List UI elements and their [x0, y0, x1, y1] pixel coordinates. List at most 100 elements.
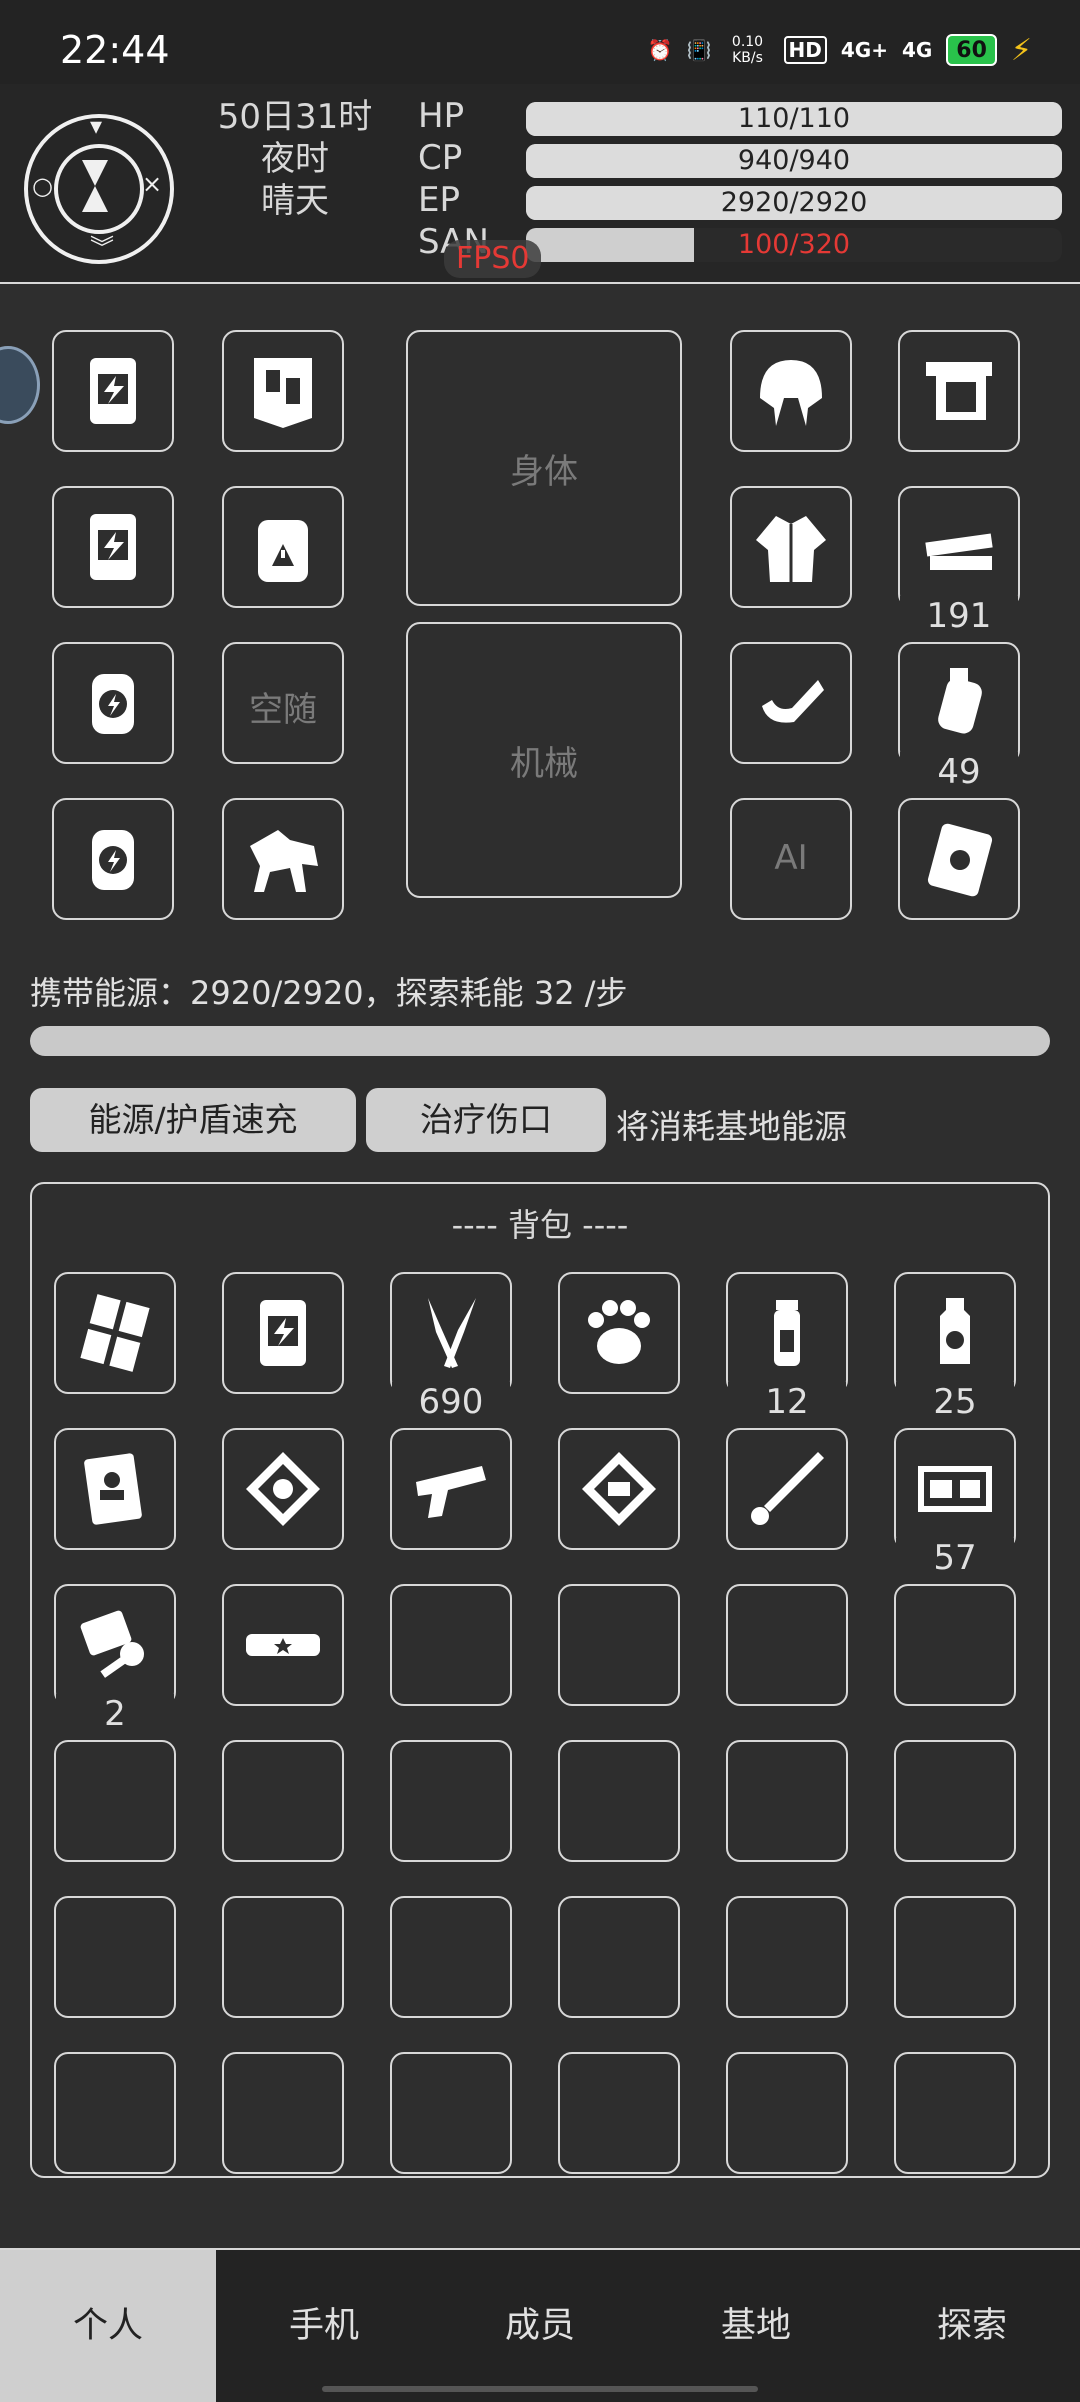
energy-info: 携带能源：2920/2920，探索耗能 32 /步 [30, 974, 628, 1012]
chip-badge-icon [582, 1452, 656, 1526]
bag-slot-empty[interactable] [390, 1740, 512, 1862]
tab-personal[interactable]: 个人 [0, 2250, 216, 2402]
home-indicator[interactable] [322, 2386, 758, 2392]
bag-item-panels[interactable] [54, 1272, 176, 1394]
hd-icon: HD [783, 36, 827, 64]
belt-slot[interactable] [730, 642, 852, 764]
signal-sim2-icon: 4G [901, 38, 933, 62]
helmet-slot[interactable] [730, 330, 852, 452]
tab-members[interactable]: 成员 [432, 2250, 648, 2402]
heal-button[interactable]: 治疗伤口 [366, 1088, 606, 1152]
power-cell-icon [92, 830, 134, 890]
bag-slot-empty[interactable] [558, 1740, 680, 1862]
floating-assistant-button[interactable] [0, 346, 40, 424]
tab-explore[interactable]: 探索 [864, 2250, 1080, 2402]
armor-vest-slot[interactable] [222, 330, 344, 452]
bag-slot-empty[interactable] [558, 2052, 680, 2174]
robot-dog-slot[interactable] [222, 798, 344, 920]
armor-plate-icon [254, 358, 312, 428]
pistol-icon [416, 1466, 486, 1518]
bottle-count: 25 [896, 1382, 1014, 1422]
bag-item-keys[interactable]: 2 [54, 1584, 176, 1734]
ai-slot[interactable]: AI [730, 798, 852, 920]
bag-item-sword[interactable] [726, 1428, 848, 1550]
keys-count: 2 [56, 1694, 174, 1734]
bag-item-knives[interactable]: 690 [390, 1272, 512, 1422]
bag-item-vial[interactable]: 12 [726, 1272, 848, 1422]
solar-panel-icon [80, 1294, 150, 1372]
backpack-slot[interactable] [222, 486, 344, 608]
bag-slot-empty[interactable] [726, 1740, 848, 1862]
bag-slot-empty[interactable] [390, 2052, 512, 2174]
bag-item-star-belt[interactable] [222, 1584, 344, 1706]
bag-slot-empty[interactable] [558, 1896, 680, 2018]
bag-item-pistol[interactable] [390, 1428, 512, 1550]
san-value: 100/320 [737, 229, 851, 260]
bag-item-badge[interactable] [222, 1428, 344, 1550]
bag-item-ticket[interactable]: 57 [894, 1428, 1016, 1578]
jacket-slot[interactable] [730, 486, 852, 608]
bag-item-id-card[interactable] [54, 1428, 176, 1550]
spider-card-icon [927, 823, 993, 897]
bottom-nav: 个人 手机 成员 基地 探索 [0, 2248, 1080, 2402]
power-cell-slot[interactable] [52, 642, 174, 764]
bag-item-battery[interactable] [222, 1272, 344, 1394]
weather: 晴天 [261, 181, 329, 221]
recharge-button[interactable]: 能源/护盾速充 [30, 1088, 356, 1152]
power-cell-slot-2[interactable] [52, 798, 174, 920]
backpack-title: ---- 背包 ---- [451, 1206, 629, 1244]
bag-slot-empty[interactable] [726, 2052, 848, 2174]
battery-slot[interactable] [52, 330, 174, 452]
bag-slot-empty[interactable] [222, 1896, 344, 2018]
bag-slot-empty[interactable] [54, 2052, 176, 2174]
bag-item-chip[interactable] [558, 1428, 680, 1550]
tab-phone[interactable]: 手机 [216, 2250, 432, 2402]
status-icons: ⏰ 📳 0.10 KB/s HD 4G+ 4G 60 ⚡ [648, 30, 1032, 70]
bag-slot-empty[interactable] [222, 1740, 344, 1862]
san-bar: 100/320 [526, 228, 1062, 262]
energy-bar [30, 1026, 1050, 1056]
ep-label: EP [418, 180, 460, 220]
bag-item-bottle[interactable]: 25 [894, 1272, 1016, 1422]
tab-base[interactable]: 基地 [648, 2250, 864, 2402]
ticket-count: 57 [896, 1538, 1014, 1578]
spider-card-slot[interactable] [898, 798, 1020, 920]
vial-icon [774, 1300, 800, 1366]
grenade-count: 49 [900, 752, 1018, 792]
follower-slot[interactable]: 空随 [222, 642, 344, 764]
crossed-knives-icon [428, 1298, 476, 1368]
vibrate-icon: 📳 [686, 38, 712, 62]
bag-slot-empty[interactable] [894, 1740, 1016, 1862]
bag-slot-empty[interactable] [54, 1740, 176, 1862]
bag-slot-empty[interactable] [222, 2052, 344, 2174]
belt-icon [762, 680, 824, 723]
bag-slot-empty[interactable] [894, 1584, 1016, 1706]
bag-slot-empty[interactable] [390, 1584, 512, 1706]
ammo-slot[interactable]: 191 [898, 486, 1020, 636]
bag-slot-empty[interactable] [54, 1896, 176, 2018]
bag-item-paw[interactable] [558, 1272, 680, 1394]
base-energy-note: 将消耗基地能源 [616, 1107, 847, 1146]
grenade-slot[interactable]: 49 [898, 642, 1020, 792]
fps-counter: FPS0 [444, 240, 542, 278]
bag-slot-empty[interactable] [894, 2052, 1016, 2174]
bag-slot-empty[interactable] [726, 1896, 848, 2018]
bag-slot-empty[interactable] [894, 1896, 1016, 2018]
battery-pack-icon [90, 358, 136, 424]
body-slot[interactable]: 身体 [406, 330, 682, 606]
net-speed: 0.10 KB/s [731, 34, 764, 66]
bag-slot-empty[interactable] [390, 1896, 512, 2018]
knife-count: 690 [392, 1382, 510, 1422]
paw-icon [588, 1300, 650, 1364]
mech-slot[interactable]: 机械 [406, 622, 682, 898]
hourglass-emblem-icon[interactable]: ▾ ○ × ︾ [24, 112, 174, 264]
bag-slot-empty[interactable] [558, 1584, 680, 1706]
weapon-slot[interactable] [898, 330, 1020, 452]
charging-icon: ⚡ [1010, 32, 1032, 68]
jacket-icon [756, 516, 826, 582]
battery-slot-2[interactable] [52, 486, 174, 608]
follower-empty-label: 空随 [249, 690, 317, 730]
bag-slot-empty[interactable] [726, 1584, 848, 1706]
battery-pack-icon [260, 1300, 306, 1366]
power-cell-icon [92, 674, 134, 734]
